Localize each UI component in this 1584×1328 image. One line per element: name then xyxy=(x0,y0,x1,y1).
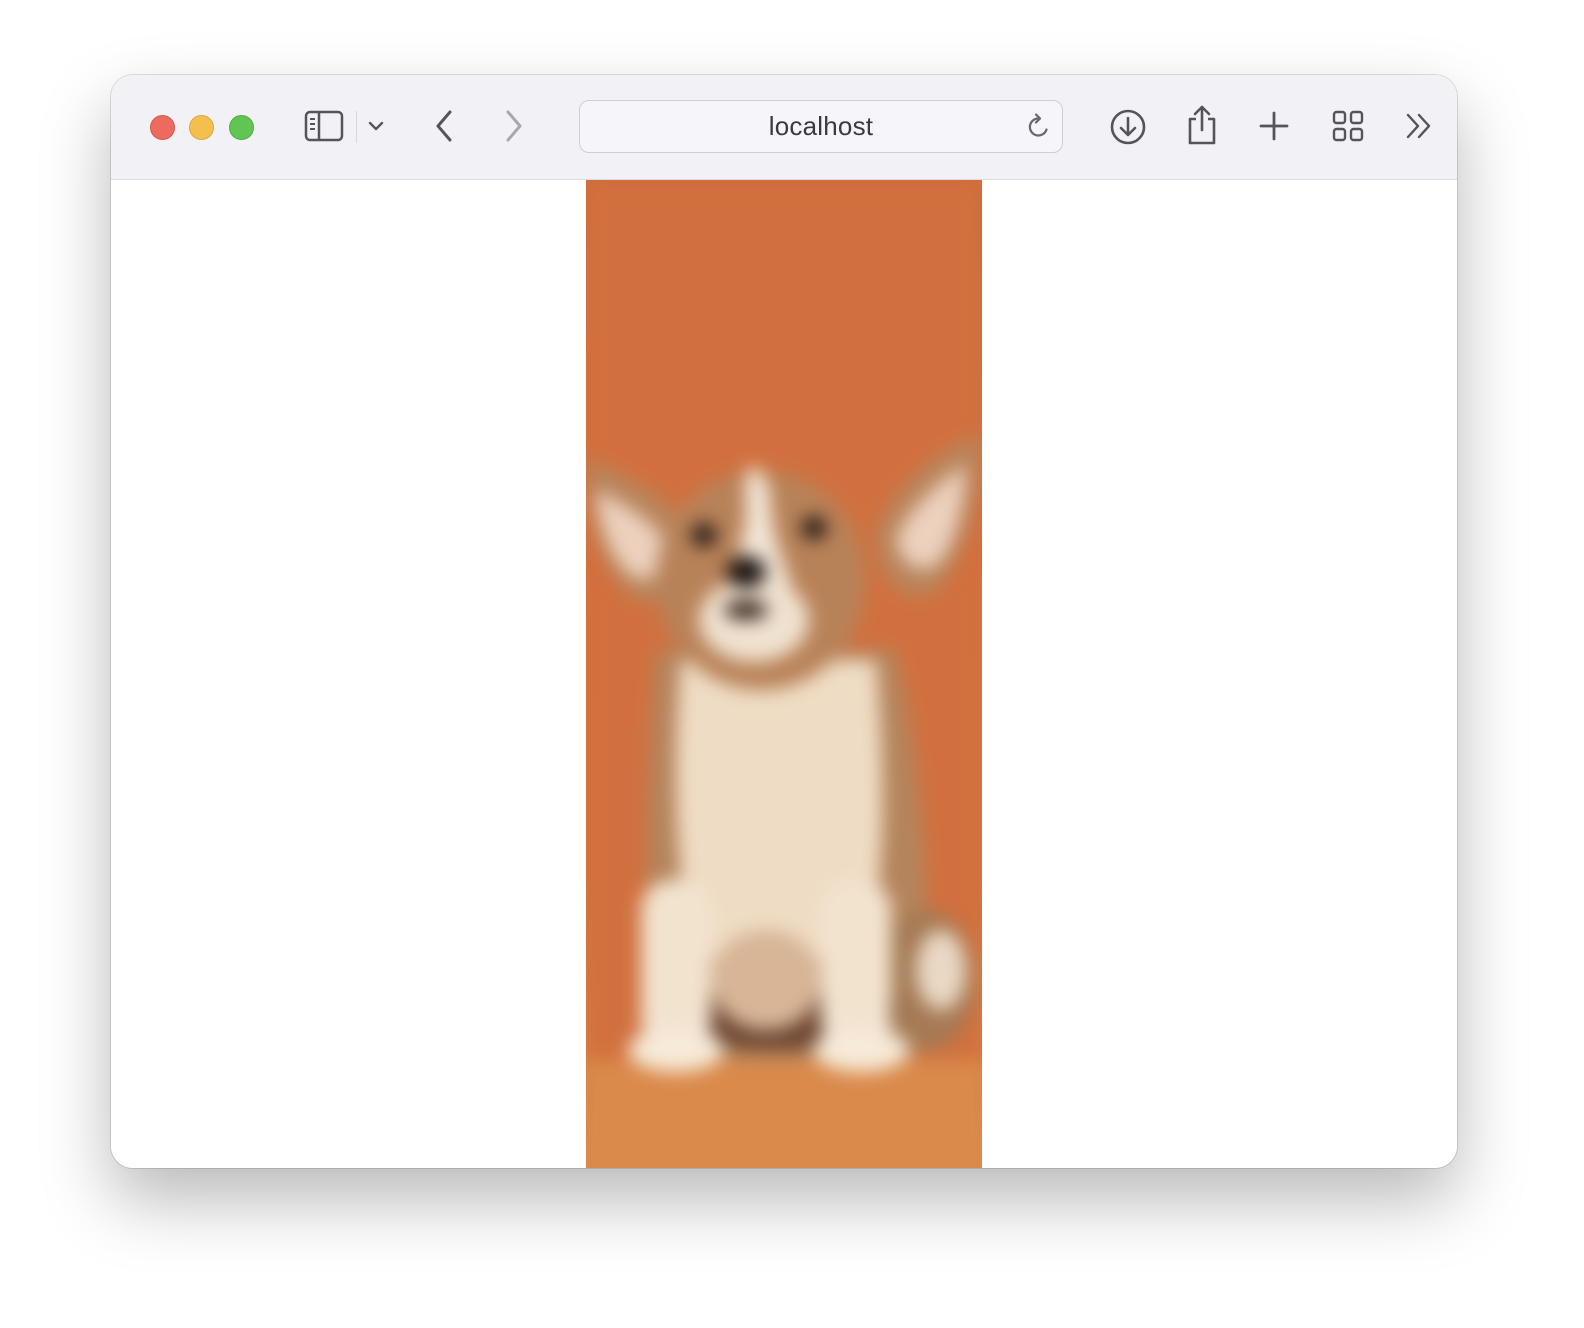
reload-icon xyxy=(1028,113,1048,137)
address-bar[interactable]: localhost xyxy=(579,100,1063,153)
downloads-button[interactable] xyxy=(1108,107,1148,147)
maximize-window-button[interactable] xyxy=(229,115,254,140)
minimize-window-button[interactable] xyxy=(189,115,214,140)
browser-toolbar: localhost xyxy=(111,75,1457,180)
close-window-button[interactable] xyxy=(150,115,175,140)
toolbar-divider xyxy=(356,111,357,143)
chevron-right-icon xyxy=(506,110,522,142)
puppy-illustration xyxy=(586,180,982,1168)
browser-window: localhost xyxy=(111,75,1457,1168)
reload-button[interactable] xyxy=(1026,113,1052,146)
new-tab-button[interactable] xyxy=(1257,109,1291,143)
share-button[interactable] xyxy=(1184,103,1220,147)
back-button[interactable] xyxy=(429,107,459,145)
puppy-photo xyxy=(586,180,982,1168)
page-content xyxy=(111,180,1457,1168)
address-text: localhost xyxy=(768,111,874,141)
tab-overview-button[interactable] xyxy=(1331,109,1365,143)
forward-button[interactable] xyxy=(499,107,529,145)
sidebar-icon xyxy=(304,110,344,142)
grid-icon xyxy=(1332,110,1364,142)
share-icon xyxy=(1188,105,1216,145)
plus-icon xyxy=(1259,111,1289,141)
chevron-down-icon xyxy=(368,121,384,131)
download-icon xyxy=(1110,109,1146,145)
chevron-left-icon xyxy=(436,110,452,142)
sidebar-toggle-button[interactable] xyxy=(303,109,345,143)
sidebar-menu-button[interactable] xyxy=(365,115,387,137)
double-chevron-right-icon xyxy=(1406,113,1431,139)
more-toolbar-items-button[interactable] xyxy=(1402,111,1436,141)
